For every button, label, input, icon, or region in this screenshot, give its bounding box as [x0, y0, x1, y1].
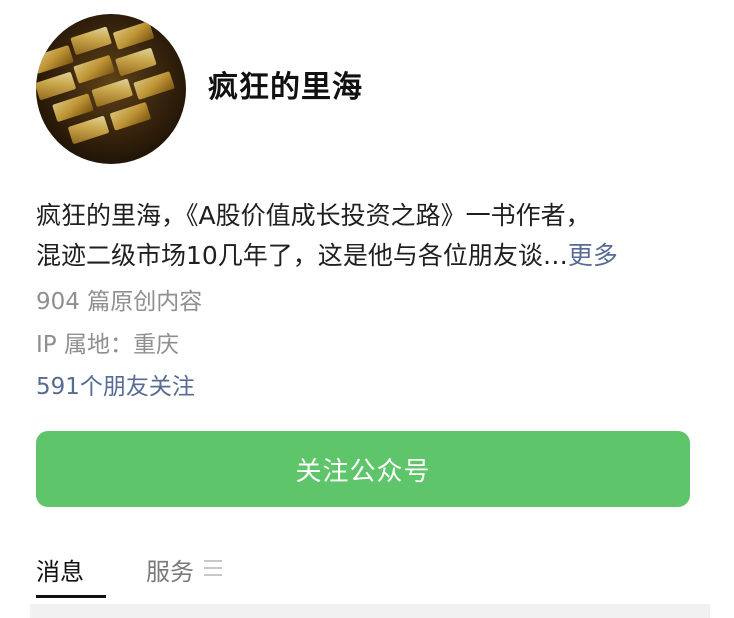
follow-account-button[interactable]: 关注公众号: [36, 431, 690, 507]
account-bio: 疯狂的里海，《A股价值成长投资之路》一书作者， 混迹二级市场10几年了，这是他与…: [36, 196, 698, 276]
bio-line-2-text: 混迹二级市场10几年了，这是他与各位朋友谈…: [36, 241, 568, 270]
tab-services-label: 服务: [146, 558, 194, 586]
account-name: 疯狂的里海: [208, 70, 363, 105]
tab-messages[interactable]: 消息: [36, 552, 106, 600]
content-divider: [30, 604, 710, 618]
avatar[interactable]: [36, 14, 186, 164]
friends-following-link[interactable]: 591个朋友关注: [36, 367, 195, 401]
original-articles-count: 904 篇原创内容: [36, 289, 203, 315]
more-link[interactable]: 更多: [568, 241, 618, 270]
bio-line-1: 疯狂的里海，《A股价值成长投资之路》一书作者，: [36, 201, 591, 230]
menu-icon: [204, 560, 222, 576]
ip-location: IP 属地：重庆: [36, 332, 179, 358]
bio-line-2: 混迹二级市场10几年了，这是他与各位朋友谈…更多: [36, 236, 698, 276]
tab-bar: 消息 服务: [36, 552, 696, 602]
tab-services[interactable]: 服务: [146, 552, 222, 587]
tab-messages-label: 消息: [36, 558, 84, 586]
gold-bars-avatar-icon: [36, 14, 186, 164]
active-tab-indicator: [36, 595, 106, 598]
